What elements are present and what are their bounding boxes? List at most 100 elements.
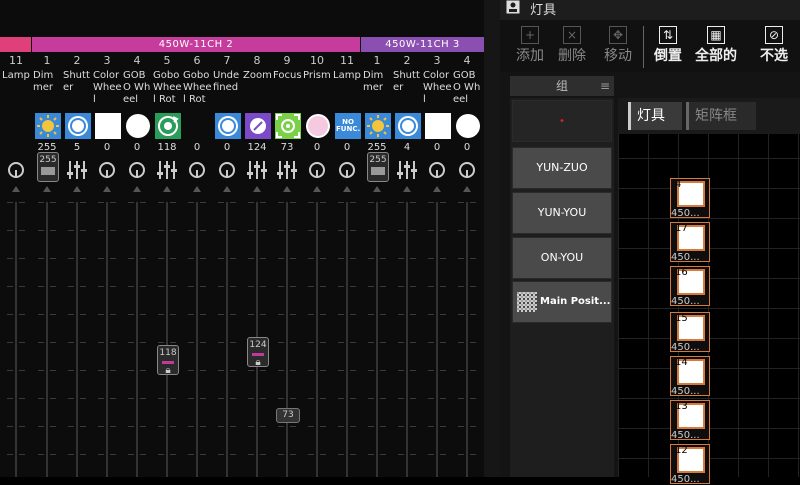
fader-track[interactable] (346, 202, 348, 477)
knob-icon[interactable] (456, 160, 478, 180)
arrow-up-icon[interactable] (373, 186, 381, 192)
arrow-up-icon[interactable] (133, 186, 141, 192)
knob-icon[interactable] (216, 160, 238, 180)
arrow-up-icon[interactable] (343, 186, 351, 192)
sliders-icon[interactable] (396, 160, 418, 180)
fader-track[interactable] (15, 202, 17, 477)
fader-track[interactable] (166, 202, 168, 477)
group-item-yun-zuo[interactable]: YUN-ZUO (512, 147, 612, 189)
fixture-group-2[interactable]: 450W-11CH 2 (32, 37, 360, 52)
fixture-tile[interactable]: 14 450... (670, 356, 710, 397)
channel-strip: 7 Undefined 0 (212, 52, 242, 477)
arrow-up-icon[interactable] (12, 186, 20, 192)
channel-strip: 4 GOBO Wheel 0 (452, 52, 482, 477)
delete-button[interactable]: × 删除 (550, 24, 594, 70)
fixture-group-3[interactable]: 450W-11CH 3 (361, 37, 484, 52)
arrow-up-icon[interactable] (463, 186, 471, 192)
pink-circle-icon[interactable] (305, 113, 331, 139)
fader-track[interactable] (136, 202, 138, 477)
sun-icon[interactable] (35, 113, 61, 139)
group-item-main-position[interactable]: Main Posit... (512, 281, 612, 323)
fixture-group-1[interactable] (0, 37, 31, 52)
arrow-up-icon[interactable] (253, 186, 261, 192)
shutter-icon[interactable] (215, 113, 241, 139)
fixture-type: 450... (671, 430, 700, 441)
white-circle-icon[interactable] (455, 113, 481, 139)
fixture-tile[interactable]: 15 450... (670, 312, 710, 353)
fader-track[interactable] (466, 202, 468, 477)
shutter-icon[interactable] (395, 113, 421, 139)
sun-icon[interactable] (365, 113, 391, 139)
arrow-up-icon[interactable] (163, 186, 171, 192)
white-circle-icon[interactable] (125, 113, 151, 139)
shutter-icon[interactable] (65, 113, 91, 139)
select-all-button[interactable]: ▦ 全部的 (694, 24, 738, 70)
tab-matrix[interactable]: 矩阵框 (686, 102, 756, 130)
knob-icon[interactable] (306, 160, 328, 180)
fader-track[interactable] (316, 202, 318, 477)
fixture-tile[interactable]: 4 450... (670, 178, 710, 219)
sliders-icon[interactable] (246, 160, 268, 180)
fader-track[interactable] (436, 202, 438, 477)
fader-knob[interactable]: 124 🔒︎ (247, 337, 269, 368)
knob-icon[interactable] (5, 160, 27, 180)
group-item-new[interactable]: • (512, 100, 612, 142)
fader-track[interactable] (406, 202, 408, 477)
knob-icon[interactable] (126, 160, 148, 180)
arrow-up-icon[interactable] (193, 186, 201, 192)
nofunc-icon[interactable]: NO FUNC. (335, 113, 361, 139)
add-button[interactable]: + 添加 (508, 24, 552, 70)
attribute-label: Color Wheel (93, 70, 122, 105)
fader-track[interactable] (76, 202, 78, 477)
channel-number: 11 (9, 54, 23, 67)
sliders-icon[interactable] (156, 160, 178, 180)
group-header: 组 ≡ (510, 76, 614, 96)
fixture-tile[interactable]: 16 450... (670, 266, 710, 307)
knob-icon[interactable] (336, 160, 358, 180)
arrow-up-icon[interactable] (403, 186, 411, 192)
gobo-rotate-icon[interactable] (155, 113, 181, 139)
fixture-tile[interactable]: 13 450... (670, 400, 710, 441)
fixture-number: 12 (675, 445, 688, 456)
fader-track[interactable] (376, 202, 378, 477)
zoom-icon[interactable] (245, 113, 271, 139)
fixture-tile[interactable]: 12 450... (670, 444, 710, 485)
invert-button[interactable]: ⇅ 倒置 (646, 24, 690, 70)
group-item-on-you[interactable]: ON-YOU (512, 237, 612, 279)
move-button[interactable]: ✥ 移动 (596, 24, 640, 70)
arrow-up-icon[interactable] (283, 186, 291, 192)
knob-icon[interactable] (96, 160, 118, 180)
fader-track[interactable] (226, 202, 228, 477)
group-label: ON-YOU (540, 251, 584, 264)
white-square-icon[interactable] (425, 113, 451, 139)
arrow-up-icon[interactable] (43, 186, 51, 192)
group-header-label: 组 (555, 79, 568, 93)
arrow-up-icon[interactable] (73, 186, 81, 192)
knob-icon[interactable] (426, 160, 448, 180)
sliders-icon[interactable] (276, 160, 298, 180)
group-item-yun-you[interactable]: YUN-YOU (512, 192, 612, 234)
fader-track[interactable] (106, 202, 108, 477)
fader-track[interactable] (196, 202, 198, 477)
fader-knob[interactable]: 255 (367, 152, 389, 182)
fader-track[interactable] (46, 202, 48, 477)
panel-divider[interactable] (484, 0, 500, 477)
menu-icon[interactable]: ≡ (600, 76, 610, 96)
knob-icon[interactable] (186, 160, 208, 180)
fader-value-chip[interactable]: 73 (276, 408, 300, 423)
white-square-icon[interactable] (95, 113, 121, 139)
focus-icon[interactable] (275, 113, 301, 139)
arrow-up-icon[interactable] (223, 186, 231, 192)
fader-track[interactable] (286, 202, 288, 477)
fixture-tile[interactable]: 17 450... (670, 222, 710, 263)
arrow-up-icon[interactable] (433, 186, 441, 192)
tab-fixtures[interactable]: 灯具 (628, 102, 682, 130)
arrow-up-icon[interactable] (313, 186, 321, 192)
sliders-icon[interactable] (66, 160, 88, 180)
arrow-up-icon[interactable] (103, 186, 111, 192)
fader-knob[interactable]: 118 🔒︎ (157, 345, 179, 376)
fader-indicator (162, 361, 174, 364)
channel-value: 0 (223, 142, 231, 153)
fader-knob[interactable]: 255 (37, 152, 59, 182)
deselect-button[interactable]: ⊘ 不选 (752, 24, 796, 70)
